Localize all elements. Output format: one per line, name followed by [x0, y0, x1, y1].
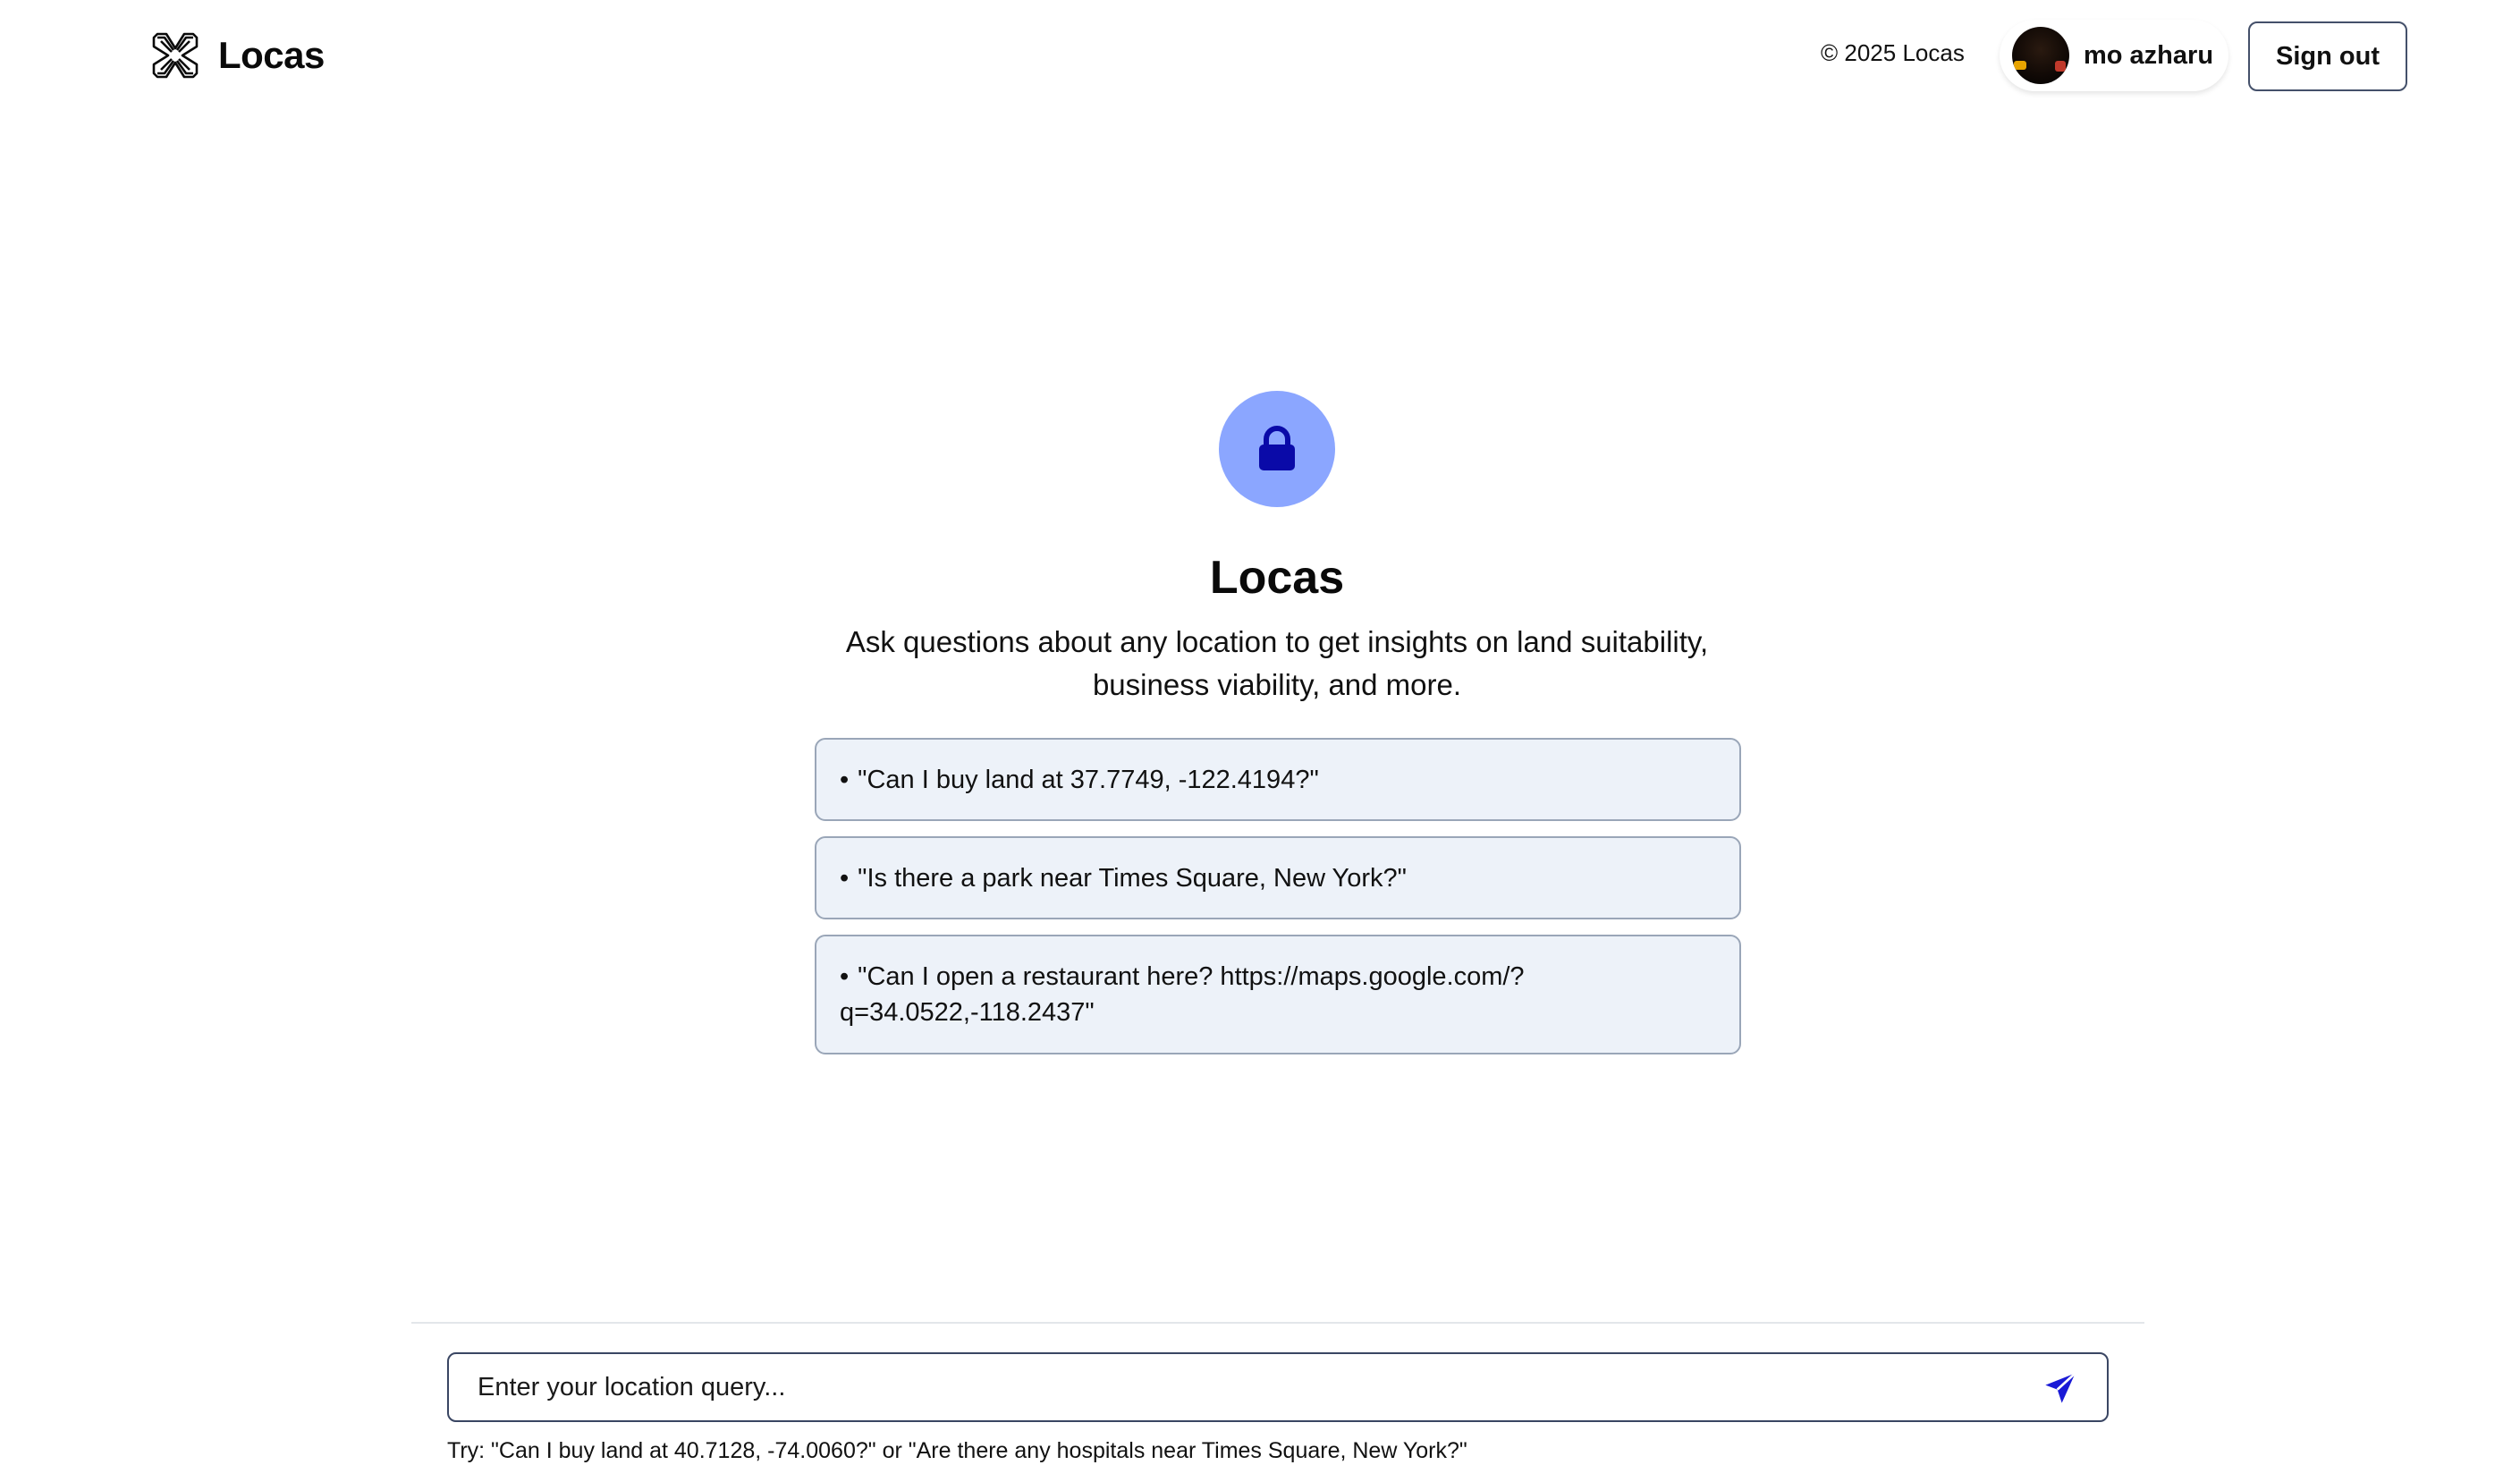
brand-home-link[interactable]: Locas [148, 27, 325, 84]
locas-logo-icon [152, 32, 199, 79]
bullet: • [840, 864, 850, 893]
avatar [2012, 27, 2069, 84]
send-icon [2045, 1372, 2076, 1403]
example-queries-list: • "Can I buy land at 37.7749, -122.4194?"… [815, 738, 1741, 1070]
top-header: Locas © 2025 Locas mo azharu Sign out [0, 0, 2520, 113]
hero-title: Locas [1209, 552, 1345, 604]
example-query-text: "Can I buy land at 37.7749, -122.4194?" [858, 766, 1319, 794]
location-query-input[interactable] [478, 1354, 1998, 1420]
send-button[interactable] [2041, 1368, 2080, 1408]
hero-subtitle-line1: Ask questions about any location to get … [845, 625, 1709, 658]
example-query-card[interactable]: • "Can I open a restaurant here? https://… [815, 935, 1741, 1054]
query-input-box [447, 1352, 2109, 1422]
hero-title-wrap: Locas [0, 551, 2520, 605]
user-name: mo azharu [2084, 40, 2214, 70]
brand-name: Locas [218, 34, 325, 76]
app-page: Locas © 2025 Locas mo azharu Sign out Lo… [0, 0, 2520, 1465]
lock-icon [1259, 426, 1295, 470]
sign-out-button[interactable]: Sign out [2248, 21, 2407, 91]
bullet: • [840, 766, 850, 794]
query-hint: Try: "Can I buy land at 40.7128, -74.006… [447, 1438, 1467, 1463]
hero-subtitle: Ask questions about any location to get … [821, 621, 1733, 707]
input-divider [411, 1322, 2144, 1324]
copyright-text: © 2025 Locas [1821, 39, 1965, 66]
example-query-card[interactable]: • "Can I buy land at 37.7749, -122.4194?" [815, 738, 1741, 821]
example-query-text: "Is there a park near Times Square, New … [858, 864, 1407, 893]
hero-subtitle-line2: business viability, and more. [1092, 668, 1462, 701]
example-query-text: "Can I open a restaurant here? https://m… [840, 962, 1525, 1027]
bullet: • [840, 962, 850, 991]
hero-icon-circle [1219, 391, 1335, 507]
user-profile-button[interactable]: mo azharu [2000, 20, 2228, 91]
example-query-card[interactable]: • "Is there a park near Times Square, New… [815, 836, 1741, 919]
